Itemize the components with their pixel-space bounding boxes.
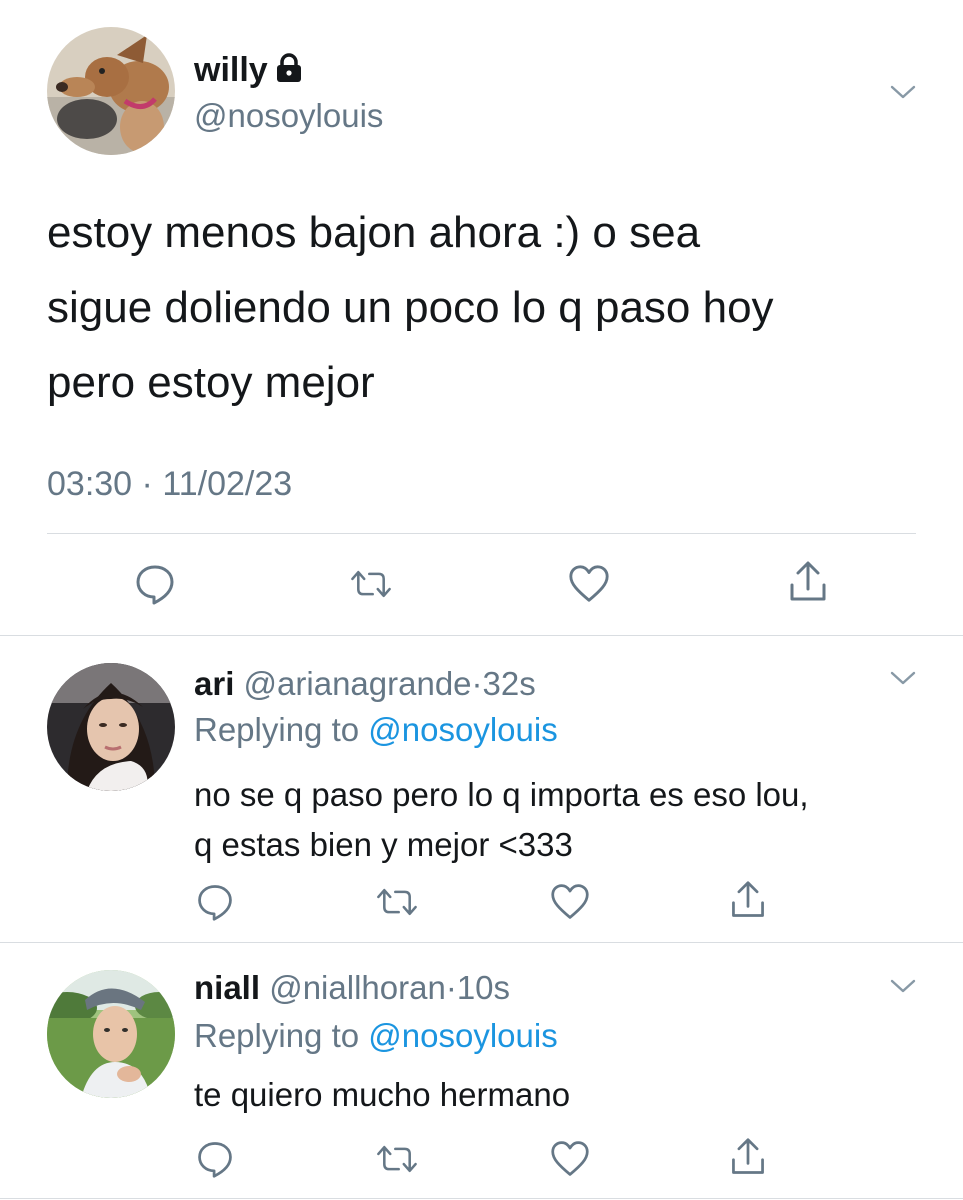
tweet-time: 03:30 (47, 465, 133, 503)
reply-icon (198, 1142, 232, 1178)
retweet-icon (377, 1145, 417, 1173)
replying-to: Replying to @nosoylouis (194, 710, 558, 750)
reply-text-line: q estas bien y mejor <333 (194, 826, 573, 863)
divider (47, 533, 916, 534)
separator-dot: · (445, 969, 457, 1006)
handle[interactable]: @nosoylouis (194, 96, 383, 136)
handle[interactable]: @niallhoran (269, 969, 446, 1006)
reply-button[interactable] (193, 1137, 237, 1181)
share-icon (790, 561, 826, 601)
heart-icon (551, 884, 589, 919)
reply-avatar[interactable] (47, 663, 175, 791)
reply-text: te quiero mucho hermano (194, 1072, 570, 1118)
tweet-text-line: estoy menos bajon ahora :) o sea (47, 208, 701, 257)
share-icon (732, 881, 764, 917)
chevron-down-icon[interactable] (889, 976, 917, 996)
retweet-icon (377, 888, 417, 916)
share-button[interactable] (726, 878, 770, 922)
reply-button[interactable] (193, 880, 237, 924)
reply-icon (136, 565, 174, 605)
display-name[interactable]: niall (194, 969, 260, 1006)
reply-header: ari @arianagrande·32s (194, 664, 536, 704)
retweet-button[interactable] (375, 1137, 419, 1181)
main-avatar[interactable] (47, 27, 175, 155)
reply-text-line: no se q paso pero lo q importa es eso lo… (194, 776, 809, 813)
chevron-down-icon[interactable] (889, 668, 917, 688)
share-button[interactable] (726, 1135, 770, 1179)
like-button[interactable] (548, 1137, 592, 1181)
chevron-down-icon[interactable] (889, 82, 917, 102)
replying-to-label: Replying to (194, 711, 360, 748)
retweet-icon (351, 570, 391, 598)
tweet-text-line: sigue doliendo un poco lo q paso hoy (47, 283, 774, 332)
share-button[interactable] (786, 560, 830, 604)
timestamp[interactable]: 03:30 · 11/02/23 (47, 462, 292, 506)
reply-time[interactable]: 10s (457, 969, 510, 1006)
divider (0, 635, 963, 636)
separator-dot: · (471, 665, 483, 702)
tweet-text-line: pero estoy mejor (47, 358, 375, 407)
display-name[interactable]: ari (194, 665, 234, 702)
lock-icon (276, 52, 302, 92)
tweet-date: 11/02/23 (162, 465, 293, 503)
heart-icon (569, 565, 609, 602)
divider (0, 1198, 963, 1199)
reply-time[interactable]: 32s (483, 665, 536, 702)
heart-icon (551, 1141, 589, 1176)
replying-to: Replying to @nosoylouis (194, 1016, 558, 1056)
reply-text-line: te quiero mucho hermano (194, 1076, 571, 1113)
retweet-button[interactable] (349, 562, 393, 606)
reply-button[interactable] (133, 562, 177, 606)
reply-icon (198, 885, 232, 921)
replying-to-handle[interactable]: @nosoylouis (368, 1017, 557, 1054)
replying-to-label: Replying to (194, 1017, 360, 1054)
reply-header: niall @niallhoran·10s (194, 968, 510, 1008)
reply-text: no se q paso pero lo q importa es eso lo… (194, 770, 809, 870)
handle[interactable]: @arianagrande (244, 665, 472, 702)
like-button[interactable] (567, 562, 611, 606)
reply-avatar[interactable] (47, 970, 175, 1098)
retweet-button[interactable] (375, 880, 419, 924)
tweet-text: estoy menos bajon ahora :) o sea sigue d… (47, 195, 774, 420)
display-name[interactable]: willy (194, 51, 268, 89)
separator-dot: · (141, 465, 153, 503)
like-button[interactable] (548, 880, 592, 924)
replying-to-handle[interactable]: @nosoylouis (368, 711, 557, 748)
share-icon (732, 1138, 764, 1174)
divider (0, 942, 963, 943)
